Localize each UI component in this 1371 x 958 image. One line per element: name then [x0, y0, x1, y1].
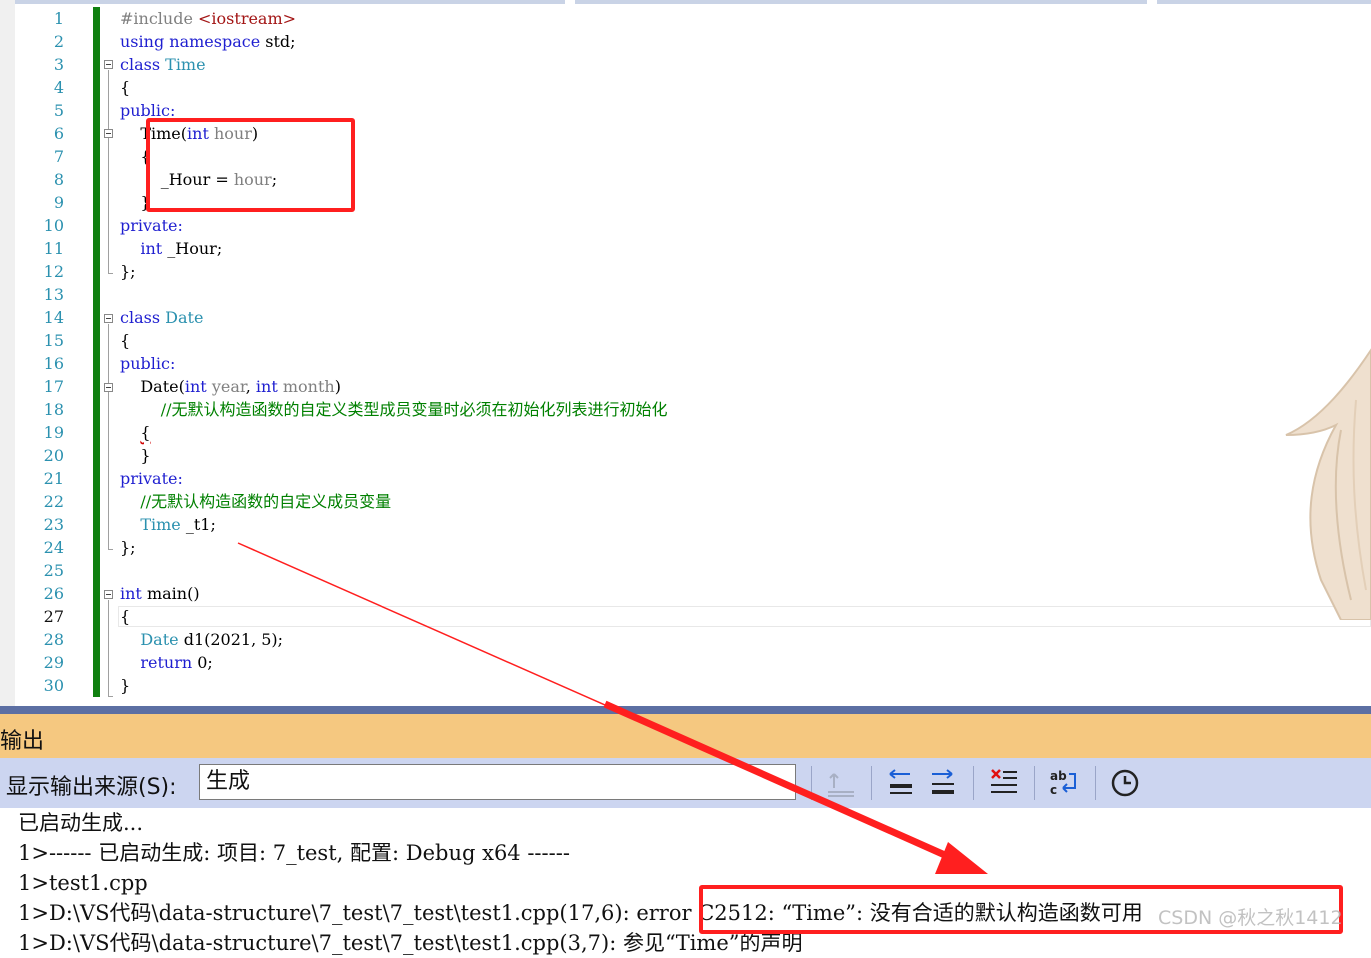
- collapse-class-date-icon[interactable]: [104, 314, 113, 323]
- code-editor[interactable]: 1 2 3 4 5 6 7 8 9 10 11 12 13 14 15 16 1…: [0, 0, 1371, 706]
- line-number: 26: [43, 584, 64, 603]
- toolbar-separator: [871, 766, 872, 800]
- code-line: {: [120, 78, 131, 97]
- line-number: 25: [43, 561, 64, 580]
- line-number-gutter: 1 2 3 4 5 6 7 8 9 10 11 12 13 14 15 16 1…: [16, 7, 66, 697]
- editor-top-strip: [0, 0, 1371, 5]
- code-line: private:: [120, 216, 183, 235]
- toolbar-separator: [811, 766, 812, 800]
- error-squiggle: {: [140, 423, 151, 442]
- line-number: 13: [43, 285, 64, 304]
- line-number: 4: [53, 78, 64, 97]
- line-number: 16: [43, 354, 64, 373]
- collapse-class-time-icon[interactable]: [104, 60, 113, 69]
- output-source-dropdown[interactable]: 生成: [199, 764, 796, 800]
- line-number: 29: [43, 653, 64, 672]
- toolbar-separator: [973, 766, 974, 800]
- output-line: 1>test1.cpp: [18, 871, 148, 895]
- code-line: class Time: [120, 55, 206, 74]
- code-line: public:: [120, 354, 176, 373]
- code-line: Time _t1;: [140, 515, 216, 534]
- line-number: 14: [43, 308, 64, 327]
- output-source-label: 显示输出来源(S):: [6, 775, 177, 800]
- line-number: 24: [43, 538, 64, 557]
- next-message-icon[interactable]: [926, 766, 960, 800]
- line-number: 17: [43, 377, 64, 396]
- code-line: {: [120, 607, 131, 626]
- code-line: int _Hour;: [140, 239, 223, 258]
- code-line: //无默认构造函数的自定义成员变量: [140, 492, 392, 511]
- line-number: 2: [53, 32, 64, 51]
- line-number: 3: [53, 55, 64, 74]
- editor-left-margin: [0, 0, 15, 706]
- output-panel-header: 输出: [0, 714, 1371, 758]
- line-number: 8: [53, 170, 64, 189]
- toolbar-separator: [1095, 766, 1096, 800]
- code-line: return 0;: [140, 653, 213, 672]
- code-line: Date(int year, int month): [140, 377, 341, 396]
- line-number: 10: [43, 216, 64, 235]
- code-line: #include <iostream>: [120, 9, 297, 28]
- code-line: Date d1(2021, 5);: [140, 630, 284, 649]
- line-number: 15: [43, 331, 64, 350]
- change-tracking-bar: [93, 7, 100, 697]
- collapse-date-ctor-icon[interactable]: [104, 383, 113, 392]
- code-line: private:: [120, 469, 183, 488]
- output-line: 1>------ 已启动生成: 项目: 7_test, 配置: Debug x6…: [18, 841, 570, 865]
- code-line: int main(): [120, 584, 200, 603]
- clear-all-icon[interactable]: [987, 766, 1021, 800]
- line-number: 18: [43, 400, 64, 419]
- code-line: //无默认构造函数的自定义类型成员变量时必须在初始化列表进行初始化: [160, 400, 668, 419]
- line-number: 22: [43, 492, 64, 511]
- previous-message-icon[interactable]: [884, 766, 918, 800]
- watermark: CSDN @秋之秋1412: [1158, 907, 1343, 929]
- output-line: 已启动生成...: [18, 811, 144, 835]
- line-number: 12: [43, 262, 64, 281]
- code-line: class Date: [120, 308, 204, 327]
- code-line: };: [120, 538, 136, 557]
- line-number: 19: [43, 423, 64, 442]
- svg-text:c: c: [1050, 783, 1057, 797]
- output-line: 1>D:\VS代码\data-structure\7_test\7_test\t…: [18, 931, 803, 955]
- line-number: 7: [53, 147, 64, 166]
- timestamp-clock-icon[interactable]: [1108, 766, 1142, 800]
- toolbar-separator: [1034, 766, 1035, 800]
- outlining-margin: [104, 7, 118, 706]
- line-number: 23: [43, 515, 64, 534]
- code-line: using namespace std;: [120, 32, 296, 51]
- background-anime-figure: [1285, 348, 1371, 620]
- code-text[interactable]: #include <iostream> using namespace std;…: [120, 7, 1320, 697]
- code-line: }: [120, 676, 131, 695]
- output-toolbar: 显示输出来源(S): 生成 ab c: [0, 758, 1371, 808]
- line-number: 6: [53, 124, 64, 143]
- line-number: 11: [43, 239, 64, 258]
- line-number: 21: [43, 469, 64, 488]
- line-number: 9: [53, 193, 64, 212]
- svg-text:ab: ab: [1050, 769, 1067, 783]
- goto-source-icon[interactable]: [824, 766, 858, 800]
- line-number: 5: [53, 101, 64, 120]
- current-line-number: 27: [43, 607, 64, 626]
- output-panel-title: 输出: [0, 729, 45, 754]
- collapse-time-ctor-icon[interactable]: [104, 129, 113, 138]
- line-number: 20: [43, 446, 64, 465]
- code-line: }: [140, 446, 151, 465]
- line-number: 28: [43, 630, 64, 649]
- panel-splitter[interactable]: [0, 706, 1371, 714]
- collapse-main-icon[interactable]: [104, 590, 113, 599]
- annotation-box-time-constructor: [146, 118, 355, 212]
- toggle-word-wrap-icon[interactable]: ab c: [1047, 766, 1081, 800]
- code-line: {: [120, 331, 131, 350]
- code-line: {: [120, 421, 1320, 444]
- line-number: 30: [43, 676, 64, 695]
- line-number: 1: [53, 9, 64, 28]
- code-line: };: [120, 262, 136, 281]
